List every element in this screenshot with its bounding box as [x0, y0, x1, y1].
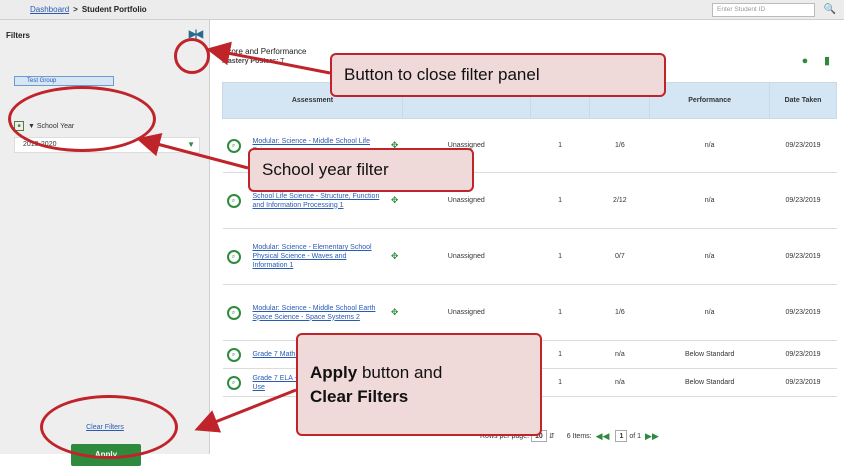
filter-panel: Filters ▶|◀ Test Group ■ ▼ School Year 2…	[0, 20, 210, 466]
callout-close-filter: Button to close filter panel	[330, 53, 666, 97]
date-cell: 09/23/2019	[769, 368, 837, 397]
magnify-icon[interactable]: ⌕	[226, 347, 241, 362]
search-icon[interactable]: 🔍	[820, 2, 840, 18]
attempts-cell: 1	[530, 172, 590, 229]
magnify-icon[interactable]: ⌕	[226, 193, 241, 208]
status-cell: Unassigned	[402, 228, 531, 285]
score-cell: n/a	[589, 340, 650, 369]
expand-icon[interactable]: ✥	[391, 307, 399, 318]
callout-apply: Apply button and Clear Filters	[296, 333, 542, 436]
breadcrumb: Dashboard > Student Portfolio	[30, 5, 147, 14]
assessment-cell: ⌕ Modular: Science - Elementary School Ph…	[222, 228, 403, 285]
subtitle-value: T	[280, 58, 285, 65]
last-page-icon[interactable]: ▶▶	[645, 431, 659, 442]
section-subtitle: Mastery Posters: T	[222, 58, 285, 65]
date-cell: 09/23/2019	[769, 340, 837, 369]
callout-school-year: School year filter	[248, 148, 474, 192]
score-cell: n/a	[589, 368, 650, 397]
subtitle-label: Mastery Posters:	[222, 58, 279, 65]
breadcrumb-separator: >	[73, 5, 78, 14]
stepper-icon[interactable]: ⇵	[549, 432, 555, 440]
breadcrumb-dashboard-link[interactable]: Dashboard	[30, 5, 69, 14]
score-cell: 0/7	[589, 228, 650, 285]
col-date-taken[interactable]: Date Taken	[769, 82, 837, 119]
date-cell: 09/23/2019	[769, 118, 837, 173]
callout-apply-bold: Apply	[310, 362, 358, 382]
date-cell: 09/23/2019	[769, 172, 837, 229]
breadcrumb-current: Student Portfolio	[81, 5, 147, 14]
assessment-link[interactable]: Modular: Science - Middle School Earth S…	[253, 304, 381, 322]
callout-apply-line1: Apply button and	[310, 363, 528, 383]
student-group-icon[interactable]: ●	[796, 52, 814, 70]
attempts-cell: 1	[530, 228, 590, 285]
highlight-school-year	[8, 86, 156, 152]
section-title: Score and Performance	[222, 47, 307, 56]
score-cell: 1/6	[589, 284, 650, 341]
attempts-cell: 1	[530, 118, 590, 173]
print-icon[interactable]: ▮	[818, 52, 836, 70]
first-page-icon[interactable]: ◀◀	[596, 431, 610, 442]
callout-apply-line2: Clear Filters	[310, 386, 409, 406]
items-count: 6 Items:	[566, 432, 592, 440]
test-group-filter[interactable]: Test Group	[14, 76, 114, 86]
page-input[interactable]: 1	[615, 430, 628, 442]
callout-school-year-text: School year filter	[262, 160, 389, 179]
assessment-link[interactable]: Modular: Science - Elementary School Phy…	[253, 243, 381, 270]
magnify-icon[interactable]: ⌕	[226, 249, 241, 264]
filters-heading: Filters	[6, 31, 31, 40]
performance-cell: n/a	[649, 284, 770, 341]
performance-cell: Below Standard	[649, 368, 770, 397]
student-id-search-input[interactable]: Enter Student ID	[712, 3, 815, 17]
chevron-down-icon: ▼	[187, 140, 195, 149]
assessment-link[interactable]: School Life Science - Structure, Functio…	[253, 192, 381, 210]
highlight-apply	[40, 395, 178, 459]
date-cell: 09/23/2019	[769, 284, 837, 341]
page-of-total: of 1	[629, 432, 642, 440]
magnify-icon[interactable]: ⌕	[226, 375, 241, 390]
date-cell: 09/23/2019	[769, 228, 837, 285]
score-cell: 2/12	[589, 172, 650, 229]
callout-apply-rest: button and	[357, 362, 443, 382]
attempts-cell: 1	[530, 284, 590, 341]
magnify-icon[interactable]: ⌕	[226, 138, 241, 153]
magnify-icon[interactable]: ⌕	[226, 305, 241, 320]
performance-cell: n/a	[649, 172, 770, 229]
expand-icon[interactable]: ✥	[391, 251, 399, 262]
table-row: ⌕ Modular: Science - Elementary School Ph…	[222, 228, 837, 285]
performance-cell: n/a	[649, 118, 770, 173]
highlight-close-filter	[174, 38, 210, 74]
col-performance[interactable]: Performance	[649, 82, 771, 119]
callout-close-filter-text: Button to close filter panel	[344, 65, 540, 84]
performance-cell: Below Standard	[649, 340, 770, 369]
performance-cell: n/a	[649, 228, 770, 285]
score-cell: 1/6	[589, 118, 650, 173]
expand-icon[interactable]: ✥	[391, 195, 399, 206]
